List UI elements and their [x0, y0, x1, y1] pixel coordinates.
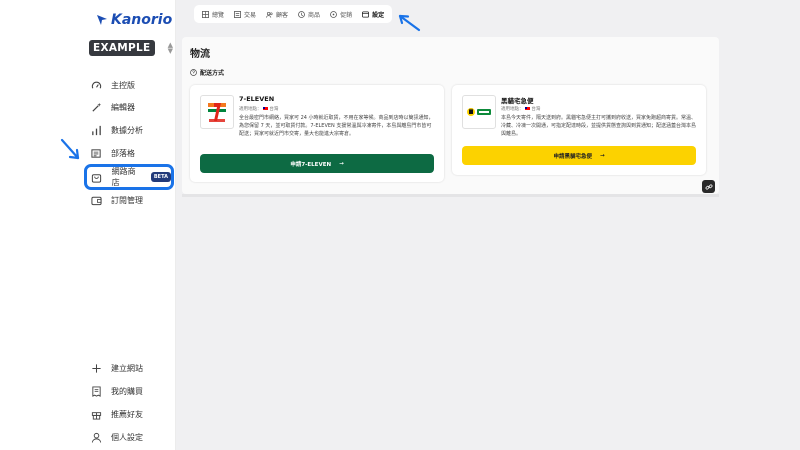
magic-wand-icon — [89, 100, 103, 114]
apply-7eleven-button[interactable]: 申請7-ELEVEN → — [200, 154, 434, 173]
sidebar-item-label: 我的購買 — [111, 386, 143, 396]
swap-icon — [234, 10, 241, 18]
tab-customers[interactable]: 顧客 — [262, 7, 292, 21]
page-title: 物流 — [190, 49, 210, 60]
store-top-nav: 總覽 交易 顧客 商品 促銷 設定 — [194, 5, 393, 23]
section-title: 配送方式 — [190, 68, 224, 77]
carrier-name: 黑貓宅急便 — [501, 97, 534, 105]
sidebar-item-label: 編輯器 — [111, 102, 135, 112]
taiwan-flag-icon — [262, 106, 268, 111]
sidebar-item-online-store[interactable]: 網路商店 BETA — [84, 164, 174, 190]
apply-button-label: 申請黑貓宅急便 — [553, 153, 592, 160]
tab-label: 交易 — [244, 11, 257, 19]
tab-promotions[interactable]: 促銷 — [326, 7, 356, 21]
applicable-label: 適用地點： — [501, 107, 524, 112]
carrier-region: 適用地點： 台灣 — [501, 106, 540, 112]
sidebar-item-profile-settings[interactable]: 個人設定 — [89, 427, 173, 447]
settings-box-icon — [362, 10, 370, 18]
kanorio-logo-icon — [97, 15, 107, 25]
sidebar-item-analytics[interactable]: 數據分析 — [89, 120, 173, 140]
sidebar-item-label: 網路商店 — [111, 167, 136, 187]
discount-icon — [330, 10, 337, 18]
sidebar-item-my-purchases[interactable]: 我的購買 — [89, 381, 173, 401]
help-circle-icon — [190, 69, 197, 76]
shopping-bag-icon — [90, 170, 104, 184]
shipping-card-black-cat: 黑貓宅急便 適用地點： 台灣 本島今天寄件，隔天送到府。黑貓宅急便主打可攜到府收… — [452, 85, 706, 175]
sidebar-item-dashboard[interactable]: 主控版 — [89, 75, 173, 95]
tab-label: 商品 — [308, 11, 321, 19]
tab-products[interactable]: 商品 — [294, 7, 324, 21]
sidebar-item-label: 推薦好友 — [111, 409, 143, 419]
tab-label: 顧客 — [276, 11, 289, 19]
grid-icon — [202, 10, 209, 18]
user-icon — [89, 430, 103, 444]
arrow-right-icon: → — [339, 160, 344, 167]
sidebar-item-refer-friends[interactable]: 推薦好友 — [89, 404, 173, 424]
updown-caret-icon: ▲ ▼ — [167, 41, 173, 55]
receipt-icon — [89, 384, 103, 398]
site-switcher[interactable]: EXAMPLE ▲ ▼ — [89, 39, 177, 57]
brand-name: Kanorio — [111, 12, 173, 28]
tab-label: 總覽 — [212, 11, 225, 19]
apply-black-cat-button[interactable]: 申請黑貓宅急便 → — [462, 146, 696, 165]
tab-transactions[interactable]: 交易 — [230, 7, 260, 21]
sidebar-item-label: 主控版 — [111, 80, 135, 90]
carrier-description: 全台最密門市網絡，買家可 24 小時就近取貨，不用在家等候。商品到店時以簡訊通知… — [239, 115, 434, 137]
annotation-arrow-icon — [60, 138, 80, 160]
tab-overview[interactable]: 總覽 — [198, 7, 228, 21]
sidebar: Kanorio EXAMPLE ▲ ▼ 主控版 編輯器 數據分析 部落格 網路商店… — [0, 0, 176, 450]
users-icon — [266, 11, 273, 18]
link-icon-button[interactable] — [702, 180, 715, 193]
plus-icon — [89, 361, 103, 375]
sidebar-item-editor[interactable]: 編輯器 — [89, 97, 173, 117]
link-icon — [705, 183, 712, 190]
tab-label: 設定 — [372, 11, 385, 19]
wallet-icon — [89, 193, 103, 207]
arrow-right-icon: → — [599, 152, 605, 159]
gift-icon — [89, 407, 103, 421]
carrier-name: 7-ELEVEN — [239, 95, 275, 103]
bar-chart-icon — [89, 123, 103, 137]
beta-badge: BETA — [150, 172, 171, 182]
taiwan-flag-icon — [524, 106, 530, 111]
carrier-description: 本島今天寄件，隔天送到府。黑貓宅急便主打可攜到府收送，買家免跑超商寄貨。常溫、冷… — [501, 115, 697, 137]
brand-logo[interactable]: Kanorio — [96, 12, 172, 28]
sidebar-item-label: 訂閱管理 — [111, 195, 143, 205]
apply-button-label: 申請7-ELEVEN — [290, 161, 332, 168]
tab-settings[interactable]: 設定 — [358, 7, 388, 21]
annotation-arrow-icon — [398, 14, 421, 32]
sidebar-item-blog[interactable]: 部落格 — [89, 143, 173, 163]
region-name: 台灣 — [531, 107, 541, 112]
gauge-icon — [89, 78, 103, 92]
black-cat-logo-icon — [462, 95, 496, 129]
7eleven-logo-icon — [200, 95, 234, 129]
newspaper-icon — [89, 146, 103, 160]
region-name: 台灣 — [269, 107, 279, 112]
sidebar-item-label: 部落格 — [111, 148, 135, 158]
shipping-card-7eleven: 7-ELEVEN 適用地點： 台灣 全台最密門市網絡，買家可 24 小時就近取貨… — [190, 85, 444, 182]
site-name: EXAMPLE — [89, 40, 155, 56]
sidebar-item-label: 數據分析 — [111, 125, 143, 135]
tab-label: 促銷 — [340, 11, 353, 19]
carrier-region: 適用地點： 台灣 — [239, 106, 278, 112]
tag-icon — [298, 10, 305, 18]
sidebar-item-label: 建立網站 — [111, 363, 143, 373]
sidebar-item-label: 個人設定 — [111, 432, 143, 442]
sidebar-item-create-site[interactable]: 建立網站 — [89, 358, 173, 378]
applicable-label: 適用地點： — [239, 107, 262, 112]
sidebar-item-subscriptions[interactable]: 訂閱管理 — [89, 190, 173, 210]
section-title-text: 配送方式 — [200, 70, 225, 77]
